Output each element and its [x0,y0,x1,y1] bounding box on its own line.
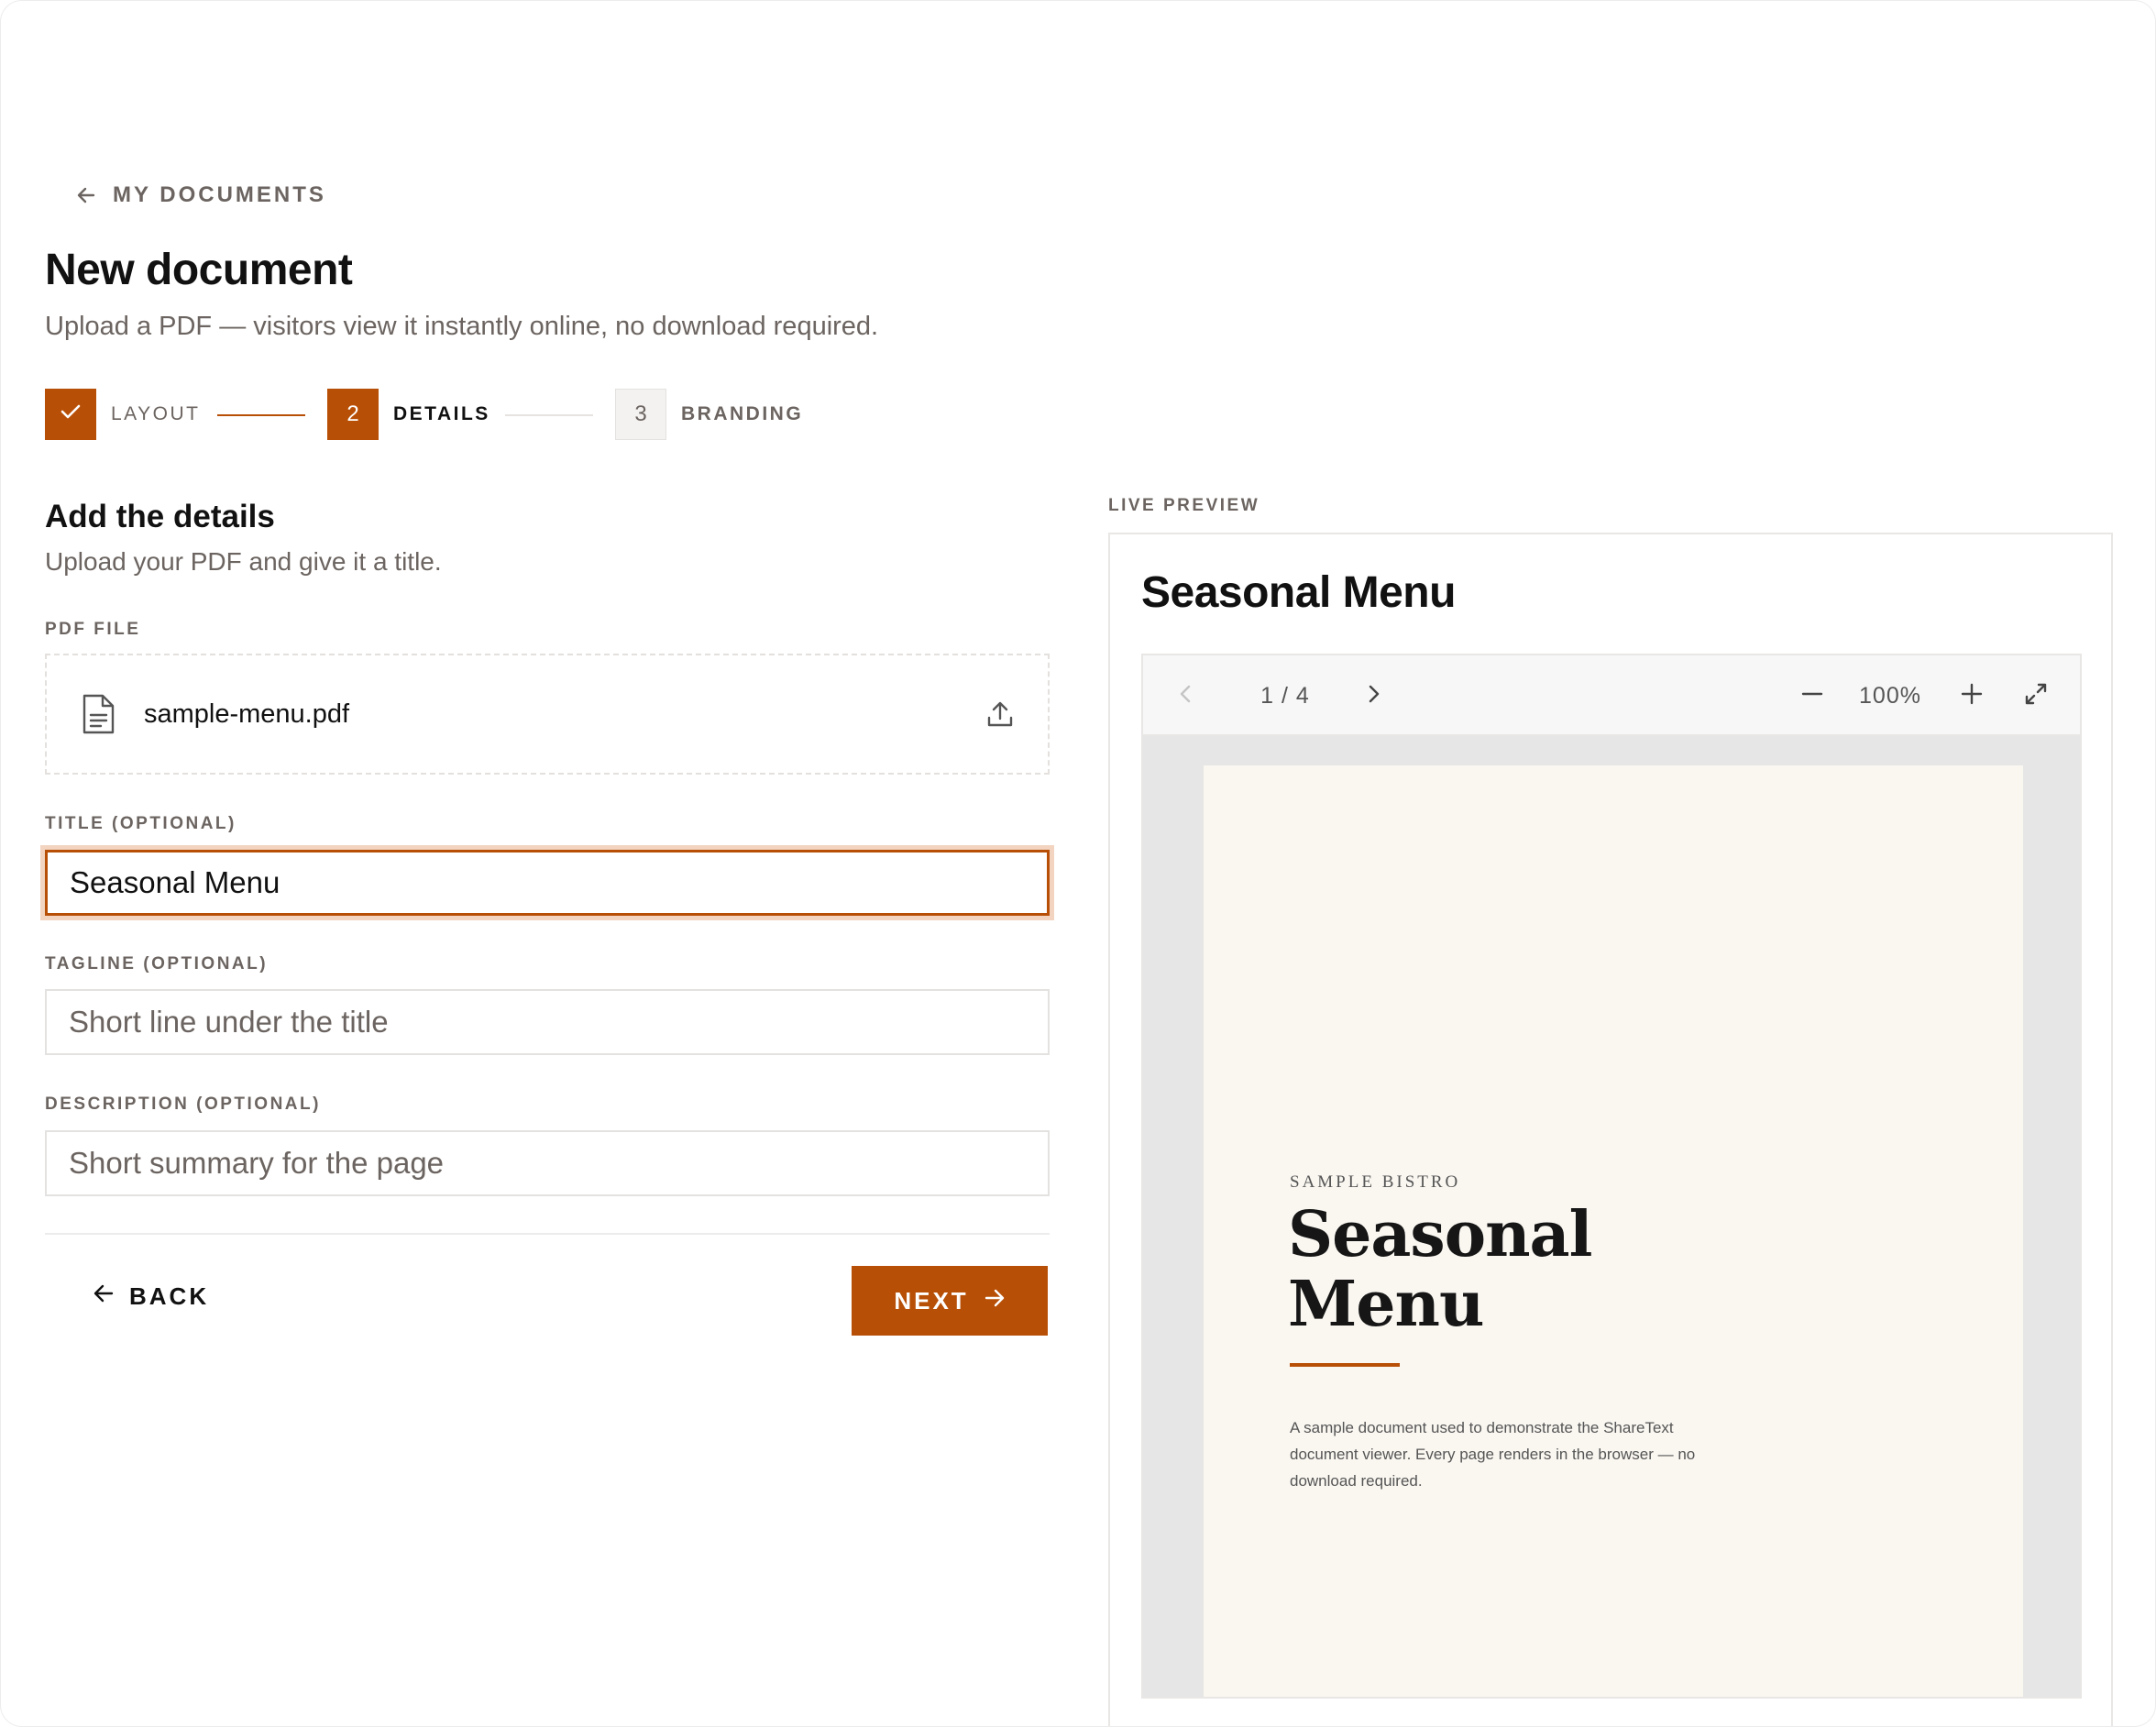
tagline-input[interactable] [45,989,1050,1055]
my-documents-label: MY DOCUMENTS [113,182,326,207]
step-layout-complete[interactable] [45,389,96,440]
arrow-left-icon [76,185,96,205]
live-preview-card: Seasonal Menu 1 / 4 100% SAMPLE BISTRO S… [1108,533,2113,1726]
section-subtitle: Upload your PDF and give it a title. [45,547,442,576]
step-connector-done [217,414,305,416]
step-branding[interactable]: 3 [615,389,666,440]
doc-heading: Seasonal Menu [1288,1200,1838,1339]
step-branding-label: BRANDING [681,403,804,424]
step-connector-todo [505,414,593,416]
step-details-active[interactable]: 2 [327,389,379,440]
next-page-button[interactable] [1359,655,1389,736]
title-input[interactable] [45,850,1050,916]
step-details-number: 2 [346,402,359,426]
pdf-file-dropzone[interactable]: sample-menu.pdf [45,654,1050,775]
document-icon [80,693,116,735]
description-label: DESCRIPTION (OPTIONAL) [45,1094,321,1114]
my-documents-link[interactable]: MY DOCUMENTS [76,181,326,210]
pdf-file-label: PDF FILE [45,620,141,639]
page-indicator: 1 / 4 [1260,682,1310,709]
arrow-left-icon [93,1282,115,1311]
prev-page-button[interactable] [1171,655,1200,736]
upload-icon[interactable] [985,699,1015,729]
zoom-level: 100% [1859,682,1921,709]
tagline-label: TAGLINE (OPTIONAL) [45,954,269,974]
back-button[interactable]: BACK [93,1282,209,1311]
page-subtitle: Upload a PDF — visitors view it instantl… [45,312,879,341]
fullscreen-button[interactable] [2019,655,2052,736]
pdf-viewer: 1 / 4 100% SAMPLE BISTRO Seasonal Menu A… [1141,654,2082,1699]
pdf-file-name: sample-menu.pdf [144,698,350,729]
expand-icon [2023,681,2049,711]
viewer-toolbar: 1 / 4 100% [1143,655,2080,736]
minus-icon [1800,682,1824,710]
title-label: TITLE (OPTIONAL) [45,814,236,833]
chevron-left-icon [1178,683,1193,710]
zoom-out-button[interactable] [1796,655,1829,736]
form-divider [45,1233,1050,1235]
step-branding-number: 3 [634,402,647,426]
page-title: New document [45,246,353,294]
doc-accent-rule [1290,1363,1400,1367]
next-button[interactable]: NEXT [852,1266,1048,1336]
live-preview-label: LIVE PREVIEW [1108,496,1260,515]
doc-heading-line2: Menu [1288,1268,1484,1341]
step-details-label: DETAILS [393,403,490,424]
doc-body-text: A sample document used to demonstrate th… [1290,1419,1696,1490]
plus-icon [1960,682,1984,710]
chevron-right-icon [1367,683,1381,710]
arrow-right-icon [984,1287,1006,1315]
stepper: LAYOUT 2 DETAILS 3 BRANDING [45,389,870,440]
app-window: MY DOCUMENTS New document Upload a PDF —… [0,0,2156,1727]
back-button-label: BACK [129,1282,210,1310]
doc-eyebrow: SAMPLE BISTRO [1290,1172,1461,1192]
next-button-label: NEXT [894,1286,969,1314]
pdf-page: SAMPLE BISTRO Seasonal Menu A sample doc… [1204,765,2023,1697]
description-input[interactable] [45,1130,1050,1196]
step-layout-label: LAYOUT [111,403,201,424]
preview-title: Seasonal Menu [1141,568,1456,617]
checkmark-icon [60,402,82,427]
zoom-in-button[interactable] [1955,655,1988,736]
doc-heading-line1: Seasonal [1288,1198,1592,1271]
section-title: Add the details [45,499,275,534]
